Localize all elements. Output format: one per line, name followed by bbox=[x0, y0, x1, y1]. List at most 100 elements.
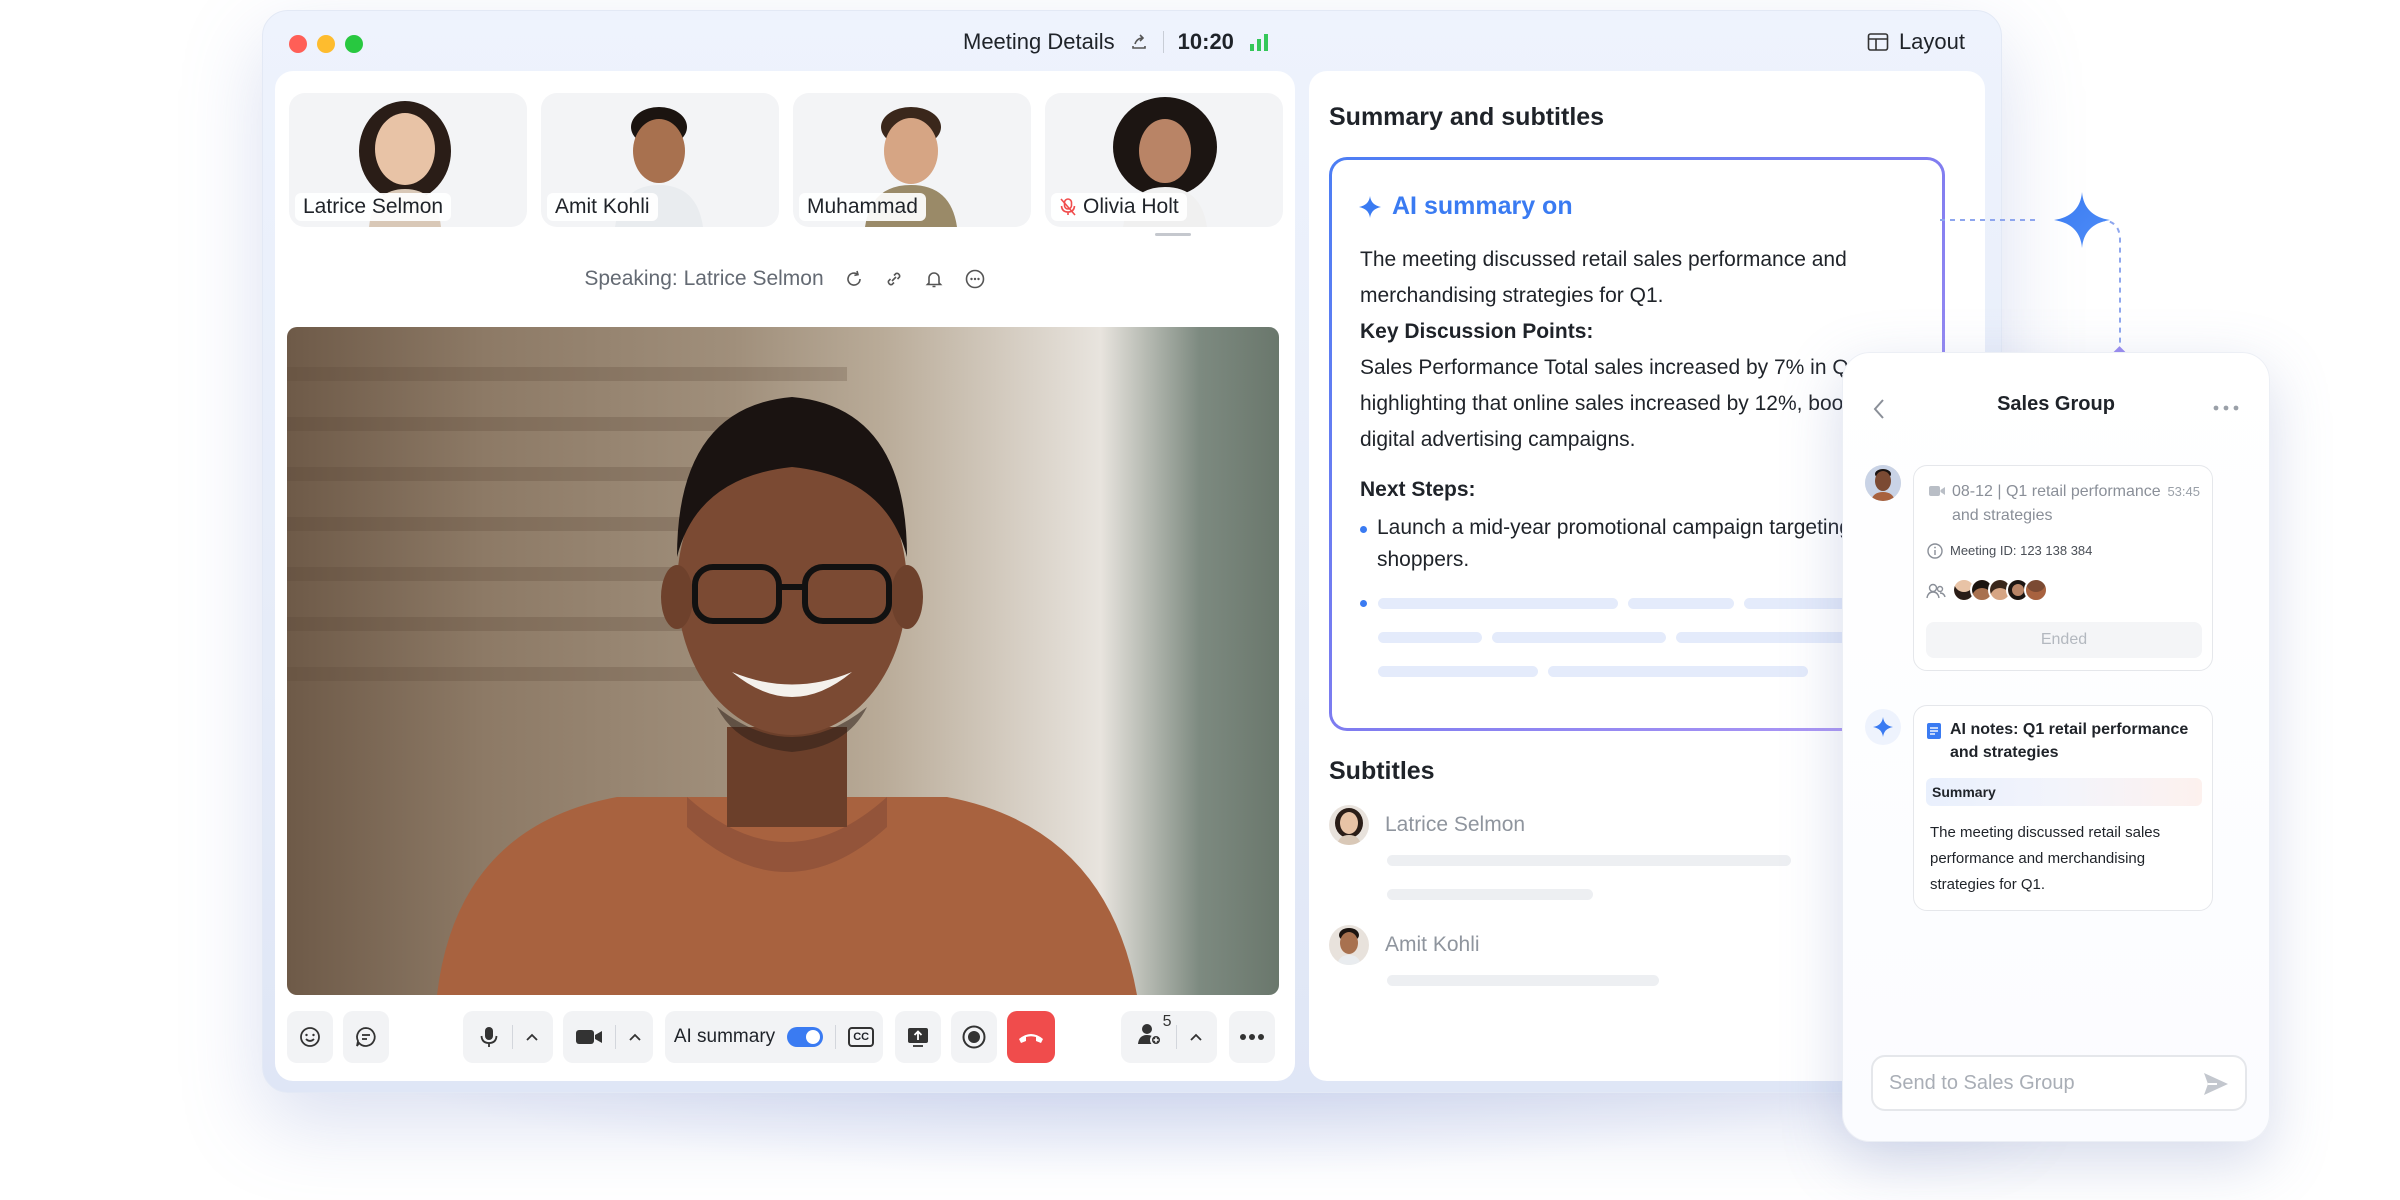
subtitle-loading-line bbox=[1387, 889, 1593, 900]
divider bbox=[1175, 1025, 1177, 1049]
participant-tile[interactable]: Amit Kohli bbox=[541, 93, 779, 227]
meeting-id: Meeting ID: 123 138 384 bbox=[1950, 543, 2093, 558]
reaction-button[interactable] bbox=[287, 1011, 333, 1063]
loading-line bbox=[1492, 632, 1666, 643]
participant-tile[interactable]: Latrice Selmon bbox=[289, 93, 527, 227]
camera-control[interactable] bbox=[563, 1011, 653, 1063]
participants-icon bbox=[1137, 1024, 1162, 1046]
video-camera-icon bbox=[1929, 486, 1945, 496]
captions-icon[interactable]: CC bbox=[848, 1027, 875, 1047]
subtitle-entry: Latrice Selmon bbox=[1329, 805, 1525, 845]
more-horizontal-icon bbox=[1240, 1034, 1264, 1040]
chat-input[interactable]: Send to Sales Group bbox=[1871, 1055, 2247, 1111]
minimize-dot[interactable] bbox=[317, 35, 335, 53]
send-icon[interactable] bbox=[2201, 1069, 2231, 1099]
more-circle-icon[interactable] bbox=[964, 268, 986, 290]
title-bar: Meeting Details 10:20 Layout bbox=[263, 11, 2001, 77]
share-screen-button[interactable] bbox=[895, 1011, 941, 1063]
subtitle-loading-line bbox=[1387, 975, 1659, 986]
call-toolbar: AI summary CC 5 bbox=[287, 1011, 1279, 1067]
participants-icon-wrap: 5 bbox=[1136, 1013, 1172, 1053]
ai-summary-title: AI summary on bbox=[1392, 192, 1573, 220]
layout-icon bbox=[1867, 33, 1889, 51]
subtitle-loading-line bbox=[1387, 855, 1791, 866]
participant-name: Latrice Selmon bbox=[303, 195, 444, 218]
participant-name-tag: Latrice Selmon bbox=[295, 193, 452, 221]
participant-count: 5 bbox=[1162, 1013, 1172, 1030]
share-icon[interactable] bbox=[1129, 32, 1149, 52]
maximize-dot[interactable] bbox=[345, 35, 363, 53]
divider bbox=[614, 1025, 616, 1049]
sender-avatar bbox=[1865, 465, 1901, 501]
meeting-message-card[interactable]: 08-12 | Q1 retail performance and strate… bbox=[1913, 465, 2213, 671]
divider bbox=[835, 1025, 837, 1049]
thumbnail-scroll-indicator[interactable] bbox=[1155, 233, 1191, 236]
participant-tile[interactable]: Muhammad bbox=[793, 93, 1031, 227]
microphone-icon[interactable] bbox=[478, 1025, 500, 1049]
loading-line bbox=[1378, 666, 1538, 677]
microphone-control[interactable] bbox=[463, 1011, 553, 1063]
window-controls bbox=[289, 35, 363, 53]
link-icon[interactable] bbox=[884, 269, 904, 289]
chevron-up-icon[interactable] bbox=[628, 1032, 642, 1042]
summary-tag: Summary bbox=[1926, 778, 2202, 806]
participant-name: Muhammad bbox=[807, 195, 918, 218]
bell-icon[interactable] bbox=[924, 269, 944, 289]
more-button[interactable] bbox=[1229, 1011, 1275, 1063]
layout-button[interactable]: Layout bbox=[1867, 29, 1965, 55]
avatar bbox=[1329, 805, 1369, 845]
meeting-status: Ended bbox=[1926, 622, 2202, 658]
bullet-dot bbox=[1360, 526, 1367, 533]
main-video[interactable] bbox=[287, 327, 1279, 995]
avatar bbox=[1329, 925, 1369, 965]
chat-title: Sales Group bbox=[1997, 393, 2115, 415]
chat-input-placeholder: Send to Sales Group bbox=[1889, 1071, 2075, 1094]
info-icon bbox=[1927, 543, 1943, 559]
chat-button[interactable] bbox=[343, 1011, 389, 1063]
divider bbox=[511, 1025, 513, 1049]
ai-summary-toggle[interactable] bbox=[787, 1027, 824, 1047]
loading-line bbox=[1378, 598, 1618, 609]
window-title: Meeting Details bbox=[963, 29, 1115, 54]
ai-notes-card[interactable]: AI notes: Q1 retail performance and stra… bbox=[1913, 705, 2213, 911]
speaker-photo bbox=[287, 367, 1137, 995]
layout-label: Layout bbox=[1898, 29, 1965, 54]
stage: Meeting Details 10:20 Layout Latrice Sel… bbox=[0, 0, 2400, 1200]
chevron-up-icon[interactable] bbox=[1189, 1032, 1203, 1042]
mic-muted-icon bbox=[1060, 198, 1076, 216]
end-call-button[interactable] bbox=[1007, 1011, 1055, 1063]
ai-notes-title: AI notes: Q1 retail performance and stra… bbox=[1950, 721, 2189, 761]
chat-bubble-icon bbox=[356, 1027, 376, 1047]
ai-summary-control[interactable]: AI summary CC bbox=[665, 1011, 883, 1063]
close-dot[interactable] bbox=[289, 35, 307, 53]
more-horizontal-icon[interactable] bbox=[2213, 405, 2239, 411]
attendees-icon bbox=[1926, 583, 1946, 599]
participants-control[interactable]: 5 bbox=[1121, 1011, 1217, 1063]
hang-up-icon bbox=[1019, 1034, 1043, 1043]
ai-avatar bbox=[1865, 709, 1901, 745]
speaking-label: Speaking: Latrice Selmon bbox=[584, 267, 824, 290]
key-points-heading: Key Discussion Points: bbox=[1360, 320, 1594, 343]
ai-notes-text: The meeting discussed retail sales perfo… bbox=[1930, 824, 2161, 893]
loading-line bbox=[1628, 598, 1734, 609]
record-icon bbox=[962, 1025, 986, 1049]
refresh-icon[interactable] bbox=[844, 269, 864, 289]
subtitle-speaker: Latrice Selmon bbox=[1385, 813, 1526, 836]
chevron-up-icon[interactable] bbox=[525, 1032, 539, 1042]
video-camera-icon[interactable] bbox=[575, 1026, 603, 1048]
loading-line bbox=[1548, 666, 1808, 677]
bullet-dot bbox=[1360, 600, 1367, 607]
toggle-knob bbox=[806, 1030, 821, 1044]
title-center: Meeting Details 10:20 bbox=[963, 29, 1270, 55]
signal-icon bbox=[1249, 34, 1268, 51]
participant-tile[interactable]: Olivia Holt bbox=[1045, 93, 1283, 227]
document-icon bbox=[1927, 723, 1941, 739]
participant-name: Olivia Holt bbox=[1083, 195, 1179, 218]
subtitle-speaker: Amit Kohli bbox=[1385, 933, 1480, 956]
emoji-icon bbox=[300, 1027, 320, 1047]
participant-name-tag: Muhammad bbox=[799, 193, 926, 221]
subtitles-section-title: Subtitles bbox=[1329, 757, 1435, 785]
video-panel: Latrice Selmon Amit Kohli Muhammad Olivi… bbox=[275, 71, 1295, 1081]
record-button[interactable] bbox=[951, 1011, 997, 1063]
ai-summary-header: AI summary on bbox=[1358, 192, 1573, 221]
